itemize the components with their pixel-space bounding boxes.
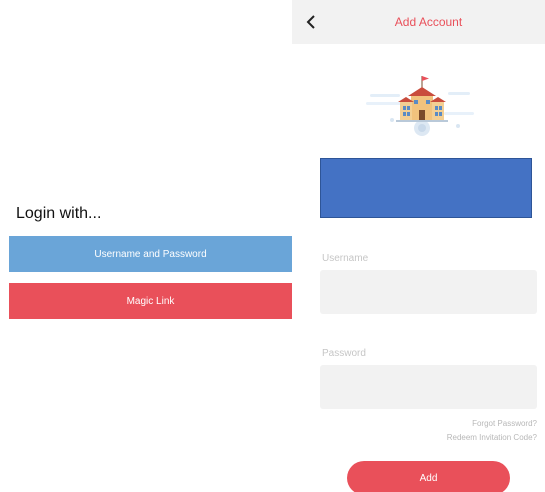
add-account-screen: Add Account Username Password Forgot Pas… [292,0,545,492]
back-button[interactable] [302,12,320,32]
login-screen: Login with... Username and Password Magi… [0,0,292,492]
username-label: Username [322,253,369,264]
school-banner [320,158,532,218]
login-heading: Login with... [16,205,102,222]
username-field[interactable] [320,270,537,314]
page-title: Add Account [394,15,463,29]
page: Login with... Username and Password Magi… [0,0,545,492]
username-password-button[interactable]: Username and Password [9,236,292,272]
magic-link-button[interactable]: Magic Link [9,283,292,319]
password-label: Password [322,348,366,359]
add-button[interactable]: Add [347,461,510,492]
school-building-icon [366,76,474,136]
redeem-invitation-link[interactable]: Redeem Invitation Code? [447,433,537,442]
forgot-password-link[interactable]: Forgot Password? [472,419,537,428]
chevron-left-icon [306,15,315,29]
nav-bar: Add Account [292,0,545,44]
password-field[interactable] [320,365,537,409]
